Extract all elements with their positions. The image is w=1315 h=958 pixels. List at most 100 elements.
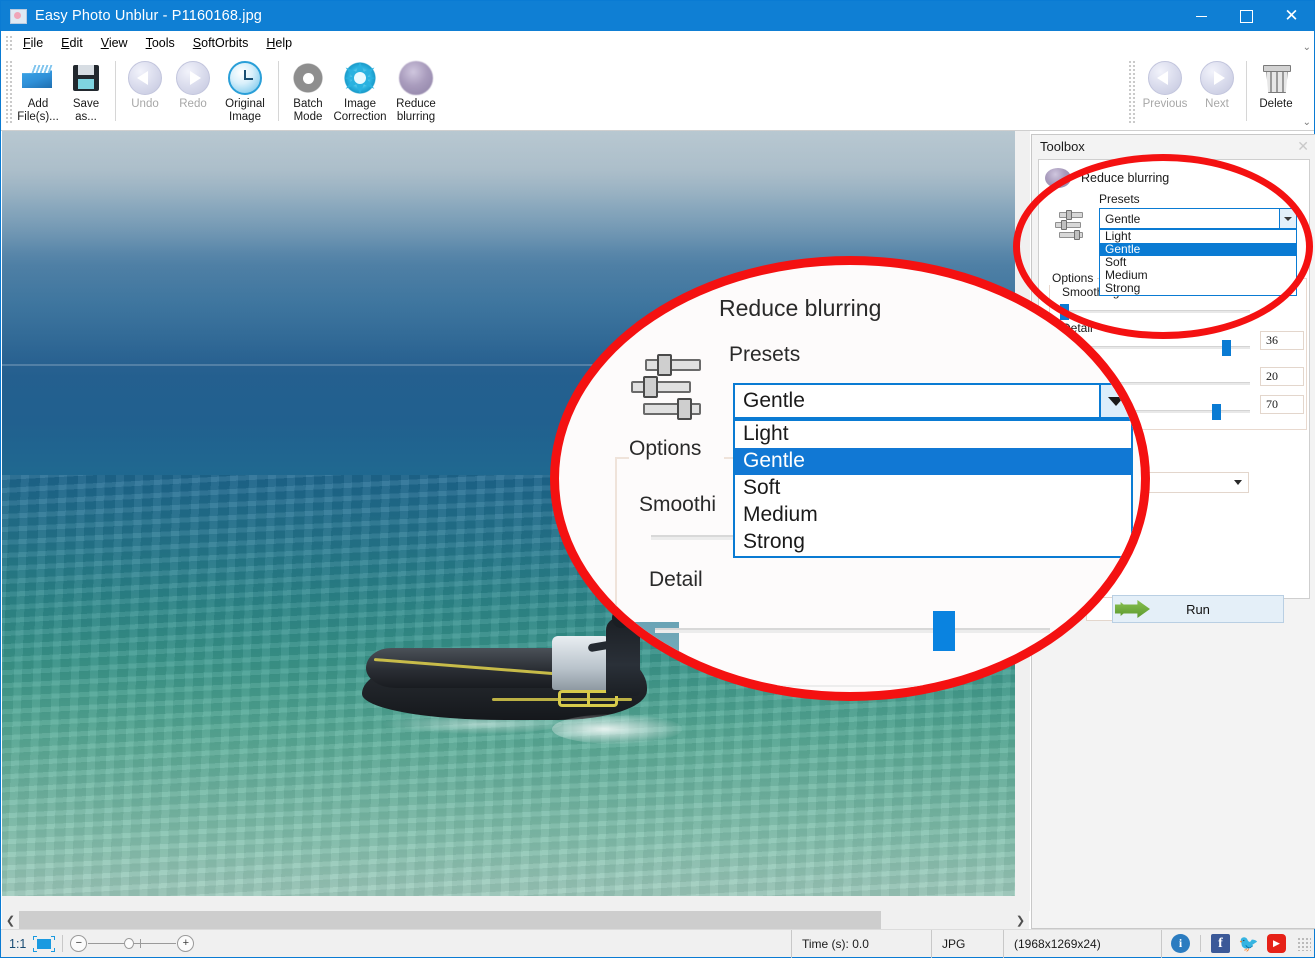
image-correction-button[interactable]: Image Correction (332, 55, 388, 127)
zoom-out-button[interactable]: − (70, 935, 88, 952)
lens-detail-thumb[interactable] (933, 611, 955, 651)
next-arrow-icon (1200, 61, 1234, 95)
app-photo-icon (10, 8, 27, 24)
info-icon[interactable]: i (1171, 934, 1190, 953)
fit-to-window-icon[interactable] (33, 935, 56, 952)
minimize-button[interactable] (1179, 1, 1224, 31)
lens-detail-label: Detail (649, 568, 703, 591)
image-corr-label-2: Correction (333, 111, 387, 123)
app-window: Easy Photo Unblur - P1160168.jpg ✕ FFile… (0, 0, 1315, 958)
close-button[interactable]: ✕ (1269, 1, 1314, 31)
sparkle-icon (343, 61, 377, 95)
previous-button[interactable]: Previous (1137, 55, 1193, 127)
save-as-label-1: Save (72, 98, 100, 110)
menu-grip-icon[interactable] (4, 34, 12, 52)
format-status: JPG (931, 929, 1003, 958)
next-label: Next (1205, 98, 1229, 110)
lens-option-strong[interactable]: Strong (735, 529, 1131, 556)
chevron-down-icon[interactable] (1279, 209, 1296, 228)
zoom-slider-track[interactable] (88, 938, 177, 949)
lens-group-border (615, 457, 629, 692)
lens-detail-track[interactable] (655, 628, 1050, 633)
lens-tool-name: Reduce blurring (719, 295, 882, 321)
next-button[interactable]: Next (1193, 55, 1241, 127)
toolbox-header: Toolbox ✕ (1032, 135, 1315, 157)
presets-combobox[interactable]: Gentle (1099, 208, 1297, 229)
zoom-slider[interactable]: − + (70, 935, 195, 952)
detail-value-field[interactable]: 36 (1260, 331, 1304, 350)
menu-item-edit[interactable]: Edit (52, 33, 92, 53)
strength-value-field[interactable]: 70 (1260, 395, 1304, 414)
menu-item-file[interactable]: FFileile (14, 33, 52, 53)
lens-dropdown-list[interactable]: Light Gentle Soft Medium Strong (733, 419, 1133, 558)
main-toolbar: Add File(s)... Save as... Undo Redo Orig… (1, 42, 1314, 131)
run-label: Run (1186, 601, 1210, 617)
zoom-slider-thumb[interactable] (124, 938, 135, 949)
lens-presets-value: Gentle (743, 389, 805, 412)
toolbar-separator (115, 61, 116, 121)
time-status: Time (s): 0.0 (791, 929, 931, 958)
reduce-blur-label-2: blurring (396, 111, 436, 123)
reduce-blur-label-1: Reduce (396, 98, 436, 110)
hscroll-track[interactable] (19, 911, 1012, 929)
toolbar-grip-icon[interactable] (4, 59, 12, 123)
toolbox-close-icon[interactable]: ✕ (1297, 138, 1309, 155)
save-as-button[interactable]: Save as... (62, 55, 110, 127)
facebook-icon[interactable]: f (1211, 934, 1230, 953)
toolbar-right-grip-icon[interactable] (1127, 59, 1135, 123)
zoom-ratio-label: 1:1 (9, 936, 27, 951)
menu-item-view[interactable]: View (92, 33, 137, 53)
redo-button[interactable]: Redo (169, 55, 217, 127)
redo-arrow-icon (176, 61, 210, 95)
lens-option-light[interactable]: Light (735, 421, 1131, 448)
delete-button[interactable]: Delete (1252, 55, 1300, 127)
prev-arrow-icon (1148, 61, 1182, 95)
chevron-down-icon-2[interactable] (1234, 480, 1242, 485)
add-files-button[interactable]: Add File(s)... (14, 55, 62, 127)
undo-label: Undo (131, 98, 159, 110)
original-image-button[interactable]: Original Image (217, 55, 273, 127)
lens-presets-combobox[interactable]: Gentle (733, 383, 1133, 419)
toolbar-right-group: Previous Next Delete ⌄ (1124, 42, 1314, 127)
lens-option-soft[interactable]: Soft (735, 475, 1131, 502)
undo-button[interactable]: Undo (121, 55, 169, 127)
batch-mode-button[interactable]: Batch Mode (284, 55, 332, 127)
youtube-icon[interactable]: ▶ (1267, 934, 1286, 953)
blur-circle-icon-small (1045, 168, 1071, 188)
menu-item-softorbits[interactable]: SoftOrbits (184, 33, 258, 53)
twitter-icon[interactable]: 🐦 (1239, 934, 1259, 953)
strength-slider-thumb[interactable] (1212, 404, 1221, 420)
lens-option-gentle[interactable]: Gentle (735, 448, 1131, 475)
save-as-label-2: as... (75, 111, 97, 123)
menu-item-tools[interactable]: Tools (137, 33, 184, 53)
gear-icon (291, 61, 325, 95)
toolbar-overflow-icon[interactable]: ⌄ (1303, 117, 1311, 128)
lens-chevron-down-icon[interactable] (1099, 385, 1131, 417)
maximize-button[interactable] (1224, 1, 1269, 31)
reduce-blurring-button[interactable]: Reduce blurring ⌄ (388, 55, 1311, 128)
scroll-left-arrow-icon[interactable]: ❮ (2, 911, 19, 929)
hscroll-thumb[interactable] (19, 911, 881, 929)
detail-slider-thumb[interactable] (1222, 340, 1231, 356)
canvas-horizontal-scrollbar[interactable]: ❮ ❯ (2, 911, 1029, 929)
toolbar-right-overflow-icon[interactable]: ⌄ (1303, 42, 1311, 53)
image-corr-label-1: Image (344, 98, 376, 110)
add-files-label-2: File(s)... (17, 111, 59, 123)
lens-presets-label: Presets (729, 343, 801, 366)
zoom-in-button[interactable]: + (177, 935, 195, 952)
lens-option-medium[interactable]: Medium (735, 502, 1131, 529)
batch-label-2: Mode (293, 111, 323, 123)
presets-value: Gentle (1105, 211, 1141, 226)
tool-name-label: Reduce blurring (1081, 171, 1170, 185)
status-bar: 1:1 − + Time (s): 0.0 JPG (1968x1269x24)… (1, 929, 1314, 958)
original-label-2: Image (229, 111, 261, 123)
radius-value-field[interactable]: 20 (1260, 367, 1304, 386)
undo-arrow-icon (128, 61, 162, 95)
original-label-1: Original (225, 98, 265, 110)
canvas-bottom-pad (2, 896, 1029, 911)
resize-grip-icon[interactable] (1297, 936, 1311, 951)
dropdown-option-gentle[interactable]: Gentle (1100, 243, 1296, 256)
menu-item-help[interactable]: Help (257, 33, 301, 53)
scroll-right-arrow-icon[interactable]: ❯ (1012, 911, 1029, 929)
menu-bar: FFileile Edit View Tools SoftOrbits Help (1, 31, 1314, 55)
